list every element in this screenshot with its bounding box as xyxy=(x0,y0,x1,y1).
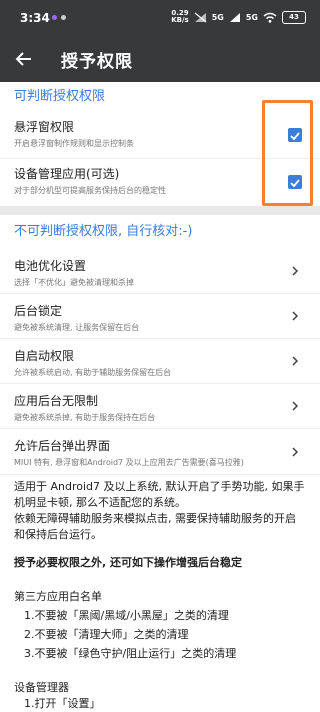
row-subtitle: 选择「不优化」避免被清理和杀掉 xyxy=(14,278,134,287)
chevron-right-icon xyxy=(292,356,299,366)
chevron-right-icon xyxy=(292,266,299,276)
signal-icon xyxy=(229,12,240,22)
wifi-icon xyxy=(263,12,277,23)
back-button[interactable] xyxy=(8,43,40,75)
app-bar: 授予权限 xyxy=(0,36,320,82)
row-title: 电池优化设置 xyxy=(14,259,87,273)
row-title: 自启动权限 xyxy=(14,349,75,363)
row-title: 后台锁定 xyxy=(14,304,63,318)
row-subtitle: 避免被系统清理, 让服务保留在后台 xyxy=(14,323,140,332)
battery-icon: 43 xyxy=(282,10,306,24)
notes-section: 适用于 Android7 及以上系统, 默认开启了手势功能, 如果手机明显卡顿,… xyxy=(0,475,320,712)
signal-5g-label: 5G xyxy=(211,12,224,22)
status-icons: 0.29 KB/s 5G 5G 43 xyxy=(171,10,306,24)
highlight-frame xyxy=(262,100,313,206)
page-title: 授予权限 xyxy=(61,52,133,72)
whitelist-item: 1.不要被「黑阈/黑域/小黑屋」之类的清理 xyxy=(24,609,229,622)
whitelist-item: 2.不要被「清理大师」之类的清理 xyxy=(24,628,189,641)
signal-5g-label: 5G xyxy=(245,12,258,22)
device-admin-step: 1.打开「设置」 xyxy=(24,697,101,710)
section-header-unjudgeable: 不可判断授权权限, 自行核对:-) xyxy=(14,224,193,239)
net-speed: 0.29 KB/s xyxy=(171,10,188,24)
notification-dot-icon xyxy=(52,15,57,20)
chevron-right-icon xyxy=(292,447,299,457)
note-heading: 授予必要权限之外, 还可如下操作增强后台稳定 xyxy=(14,556,243,569)
row-subtitle: 允许被系统启动, 有助于辅助服务保留在后台 xyxy=(14,368,172,377)
row-title: 应用后台无限制 xyxy=(14,394,99,408)
section-divider xyxy=(0,206,320,215)
note-paragraph: 依赖无障碍辅助服务来模拟点击, 需要保持辅助服务的开启和保持后台运行。 xyxy=(14,512,296,541)
settings-row-battery[interactable]: 电池优化设置 选择「不优化」避免被清理和杀掉 xyxy=(0,249,320,294)
settings-row-background-unrestricted[interactable]: 应用后台无限制 避免被系统杀掉, 有助于服务保持在后台 xyxy=(0,384,320,429)
settings-row-background-popup[interactable]: 允许后台弹出界面 MIUI 特有, 悬浮窗和Android7 及以上应用去广告需… xyxy=(0,429,320,475)
chevron-right-icon xyxy=(292,311,299,321)
device-admin-title: 设备管理器 xyxy=(14,681,69,694)
row-subtitle: MIUI 特有, 悬浮窗和Android7 及以上应用去广告需要(喜马拉雅) xyxy=(14,458,244,467)
settings-row-autostart[interactable]: 自启动权限 允许被系统启动, 有助于辅助服务保留在后台 xyxy=(0,339,320,384)
whitelist-title: 第三方应用白名单 xyxy=(14,590,102,603)
net-speed-unit: KB/s xyxy=(171,16,189,24)
chevron-right-icon xyxy=(292,401,299,411)
notification-dot-icon xyxy=(61,15,66,20)
status-time: 3:34 xyxy=(20,11,50,25)
row-title: 允许后台弹出界面 xyxy=(14,439,111,453)
status-bar: 3:34 0.29 KB/s 5G 5G 43 xyxy=(0,0,320,36)
settings-row-background-lock[interactable]: 后台锁定 避免被系统清理, 让服务保留在后台 xyxy=(0,294,320,339)
row-subtitle: 避免被系统杀掉, 有助于服务保持在后台 xyxy=(14,413,156,422)
signal-off-icon xyxy=(194,12,207,22)
whitelist-item: 3.不要被「绿色守护/阻止运行」之类的清理 xyxy=(24,647,237,660)
arrow-left-icon xyxy=(15,52,31,66)
note-paragraph: 适用于 Android7 及以上系统, 默认开启了手势功能, 如果手机明显卡顿,… xyxy=(14,480,305,509)
